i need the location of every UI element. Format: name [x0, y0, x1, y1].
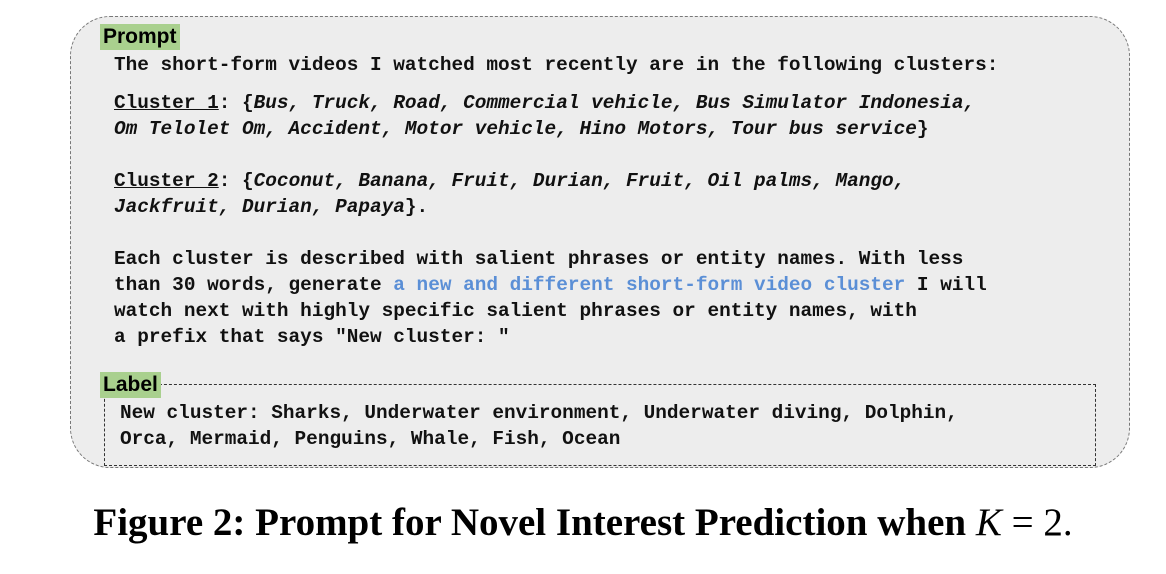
figure-caption: Figure 2: Prompt for Novel Interest Pred…	[0, 500, 1166, 545]
cluster-2-items-line-2: Jackfruit, Durian, Papaya	[114, 196, 405, 218]
instruction-line-3: watch next with highly specific salient …	[114, 300, 917, 322]
cluster-1-name: Cluster 1	[114, 92, 219, 114]
caption-value: 2.	[1043, 501, 1073, 544]
instruction-line-1: Each cluster is described with salient p…	[114, 248, 964, 270]
cluster-2-line-2: Jackfruit, Durian, Papaya}.	[114, 194, 428, 220]
instruction-line-2-before: than 30 words, generate	[114, 274, 394, 296]
cluster-1-open: : {	[218, 92, 254, 114]
cluster-2-name: Cluster 2	[114, 170, 219, 192]
caption-text: Figure 2: Prompt for Novel Interest Pred…	[93, 501, 976, 544]
cluster-2-open: : {	[218, 170, 254, 192]
cluster-1-line-2: Om Telolet Om, Accident, Motor vehicle, …	[114, 116, 929, 142]
label-tag: Label	[100, 372, 161, 398]
cluster-1-close: }	[916, 118, 929, 140]
cluster-1-items-line-2: Om Telolet Om, Accident, Motor vehicle, …	[114, 118, 917, 140]
cluster-2-close: }.	[404, 196, 429, 218]
instruction-line-2: than 30 words, generate a new and differ…	[114, 272, 987, 298]
cluster-2-line-1: Cluster 2: {Coconut, Banana, Fruit, Duri…	[114, 168, 905, 194]
instruction-line-4: a prefix that says "New cluster: "	[114, 326, 510, 348]
label-line-2: Orca, Mermaid, Penguins, Whale, Fish, Oc…	[120, 428, 621, 450]
cluster-2-items-line-1: Coconut, Banana, Fruit, Durian, Fruit, O…	[253, 170, 906, 192]
prompt-intro: The short-form videos I watched most rec…	[114, 54, 999, 76]
caption-equals: =	[1001, 501, 1044, 544]
instruction-line-2-after: I will	[905, 274, 987, 296]
cluster-1-items-line-1: Bus, Truck, Road, Commercial vehicle, Bu…	[253, 92, 976, 114]
prompt-tag: Prompt	[100, 24, 180, 50]
cluster-1-line-1: Cluster 1: {Bus, Truck, Road, Commercial…	[114, 90, 975, 116]
label-line-1: New cluster: Sharks, Underwater environm…	[120, 402, 958, 424]
caption-variable: K	[975, 501, 1002, 544]
instruction-highlight: a new and different short-form video clu…	[393, 274, 906, 296]
